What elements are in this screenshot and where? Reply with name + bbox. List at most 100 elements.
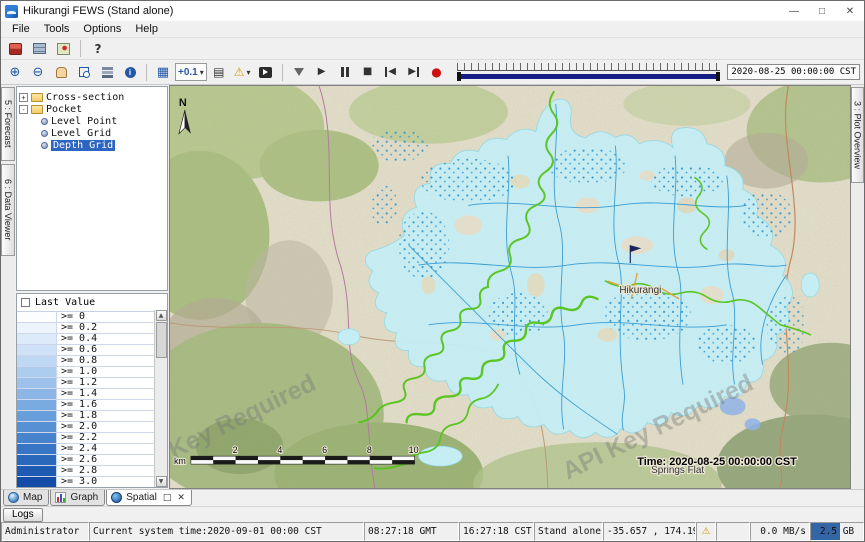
collapse-icon[interactable]: - <box>19 105 28 114</box>
status-warning-icon[interactable]: ⚠ <box>696 522 716 541</box>
pan-button[interactable] <box>50 62 72 82</box>
chevron-down-icon: ▾ <box>247 68 251 77</box>
app-icon <box>5 5 18 18</box>
maximize-button[interactable]: □ <box>808 1 836 21</box>
sidebar-tab-forecast[interactable]: 5 : Forecast <box>1 87 15 161</box>
threshold-warning-combo[interactable]: ⚠ ▾ <box>231 63 254 81</box>
time-ruler <box>457 63 721 71</box>
class-interval-combo[interactable]: +0.1 ▾ <box>175 63 207 81</box>
help-button[interactable]: ? <box>87 39 109 59</box>
legend-color-swatch <box>17 444 57 454</box>
last-value-checkbox[interactable] <box>21 298 30 307</box>
tree-item-depth-grid[interactable]: Depth Grid <box>41 139 165 151</box>
sidebar-tab-plot-overview[interactable]: 3 : Plot Overview <box>851 87 864 183</box>
info-button[interactable]: i <box>119 62 141 82</box>
play-button[interactable]: ▶ <box>311 62 333 82</box>
info-icon: i <box>125 67 136 78</box>
map-document-icon <box>57 43 70 55</box>
menu-help[interactable]: Help <box>128 23 165 35</box>
legend-color-swatch <box>17 345 57 355</box>
main-area: 5 : Forecast 6 : Data Viewer + Cross-sec… <box>1 85 864 489</box>
step-back-icon: ◀ <box>385 67 396 77</box>
titlebar: Hikurangi FEWS (Stand alone) — □ ✕ <box>1 1 864 21</box>
menu-tools[interactable]: Tools <box>37 23 77 35</box>
grid-icon: ▦ <box>157 66 169 79</box>
scroll-down-icon[interactable]: ▼ <box>156 476 167 487</box>
tree-item-level-point[interactable]: Level Point <box>41 115 165 127</box>
close-tab-icon[interactable]: ✕ <box>177 493 185 503</box>
time-range-bar[interactable] <box>457 74 721 79</box>
restore-tab-icon[interactable]: □ <box>163 493 172 503</box>
legend-color-swatch <box>17 411 57 421</box>
legend-color-swatch <box>17 466 57 476</box>
tab-graph[interactable]: Graph <box>50 490 105 506</box>
legend-label: >= 2.0 <box>57 422 97 432</box>
logs-button[interactable]: Logs <box>3 508 43 522</box>
play-icon: ▶ <box>318 67 326 77</box>
tab-spatial[interactable]: Spatial □ ✕ <box>106 490 192 506</box>
last-value-label: Last Value <box>35 297 95 308</box>
map-canvas[interactable]: API Key Required API Key Required Hikura… <box>170 86 850 488</box>
legend-label: >= 3.0 <box>57 477 97 487</box>
zoom-extent-button[interactable] <box>73 62 95 82</box>
data-viewer-panel: + Cross-section - Pocket Level Point Lev… <box>15 85 169 489</box>
step-forward-button[interactable]: ▶ <box>403 62 425 82</box>
stop-button[interactable]: ■ <box>357 62 379 82</box>
folder-icon <box>31 105 43 114</box>
scroll-up-icon[interactable]: ▲ <box>156 310 167 321</box>
record-button[interactable]: ● <box>426 62 448 82</box>
legend-label: >= 0.8 <box>57 356 97 366</box>
map-viewport[interactable]: API Key Required API Key Required Hikura… <box>169 85 851 489</box>
chevron-down-icon: ▾ <box>200 68 204 77</box>
statusbar: Administrator Current system time:2020-0… <box>1 522 864 541</box>
animation-button[interactable] <box>255 62 277 82</box>
database-button[interactable] <box>4 39 26 59</box>
left-tab-strip: 5 : Forecast 6 : Data Viewer <box>1 85 15 489</box>
map-toolbar: ⊕ ⊖ i ▦ +0.1 ▾ ▤ ⚠ ▾ ▶ ■ ◀ ▶ ● 2020-08-2… <box>1 60 864 85</box>
tree-item-pocket[interactable]: - Pocket <box>19 103 165 115</box>
window-title: Hikurangi FEWS (Stand alone) <box>23 5 780 17</box>
map-document-button[interactable] <box>52 39 74 59</box>
legend-label: >= 2.6 <box>57 455 97 465</box>
node-bullet-icon <box>41 118 48 125</box>
status-network-speed: 0.0 MB/s <box>750 522 810 541</box>
legend-color-swatch <box>17 455 57 465</box>
zoom-in-button[interactable]: ⊕ <box>4 62 26 82</box>
tree-item-cross-section[interactable]: + Cross-section <box>19 91 165 103</box>
legend-label: >= 2.4 <box>57 444 97 454</box>
zoom-in-icon: ⊕ <box>10 66 21 79</box>
legend-row[interactable]: >= 3.0 <box>17 477 154 487</box>
legend-table: >= 0 >= 0.2 >= 0.4 >= 0.6 >= 0.8 >= 1.0 … <box>17 311 154 487</box>
expand-icon[interactable]: + <box>19 93 28 102</box>
legend-label: >= 1.8 <box>57 411 97 421</box>
tree-item-level-grid[interactable]: Level Grid <box>41 127 165 139</box>
app-window: Hikurangi FEWS (Stand alone) — □ ✕ File … <box>0 0 865 542</box>
menu-options[interactable]: Options <box>76 23 128 35</box>
class-interval-value: +0.1 <box>178 67 198 78</box>
layers-button[interactable] <box>96 62 118 82</box>
step-back-button[interactable]: ◀ <box>380 62 402 82</box>
profile-button[interactable]: ▤ <box>208 62 230 82</box>
tab-map[interactable]: Map <box>3 490 49 506</box>
pause-button[interactable] <box>334 62 356 82</box>
scroll-thumb[interactable] <box>156 322 167 358</box>
svg-text:10: 10 <box>409 445 419 455</box>
sidebar-tab-data-viewer[interactable]: 6 : Data Viewer <box>1 164 15 256</box>
status-coordinates: -35.657 , 174.199 <box>603 522 696 541</box>
marker-drop-button[interactable] <box>288 62 310 82</box>
toolbar-separator <box>80 40 81 57</box>
time-slider[interactable] <box>457 63 721 81</box>
legend-scrollbar[interactable]: ▲ ▼ <box>154 310 167 487</box>
status-memory[interactable]: 2.5 GB <box>810 522 864 541</box>
zoom-out-button[interactable]: ⊖ <box>27 62 49 82</box>
close-button[interactable]: ✕ <box>836 1 864 21</box>
tree-item-label-selected: Depth Grid <box>51 140 115 151</box>
storage-icon <box>33 43 46 54</box>
svg-text:6: 6 <box>322 445 327 455</box>
storage-button[interactable] <box>28 39 50 59</box>
menu-file[interactable]: File <box>5 23 37 35</box>
zoom-extent-icon <box>79 67 89 77</box>
grid-display-button[interactable]: ▦ <box>152 62 174 82</box>
record-icon: ● <box>431 66 441 78</box>
minimize-button[interactable]: — <box>780 1 808 21</box>
